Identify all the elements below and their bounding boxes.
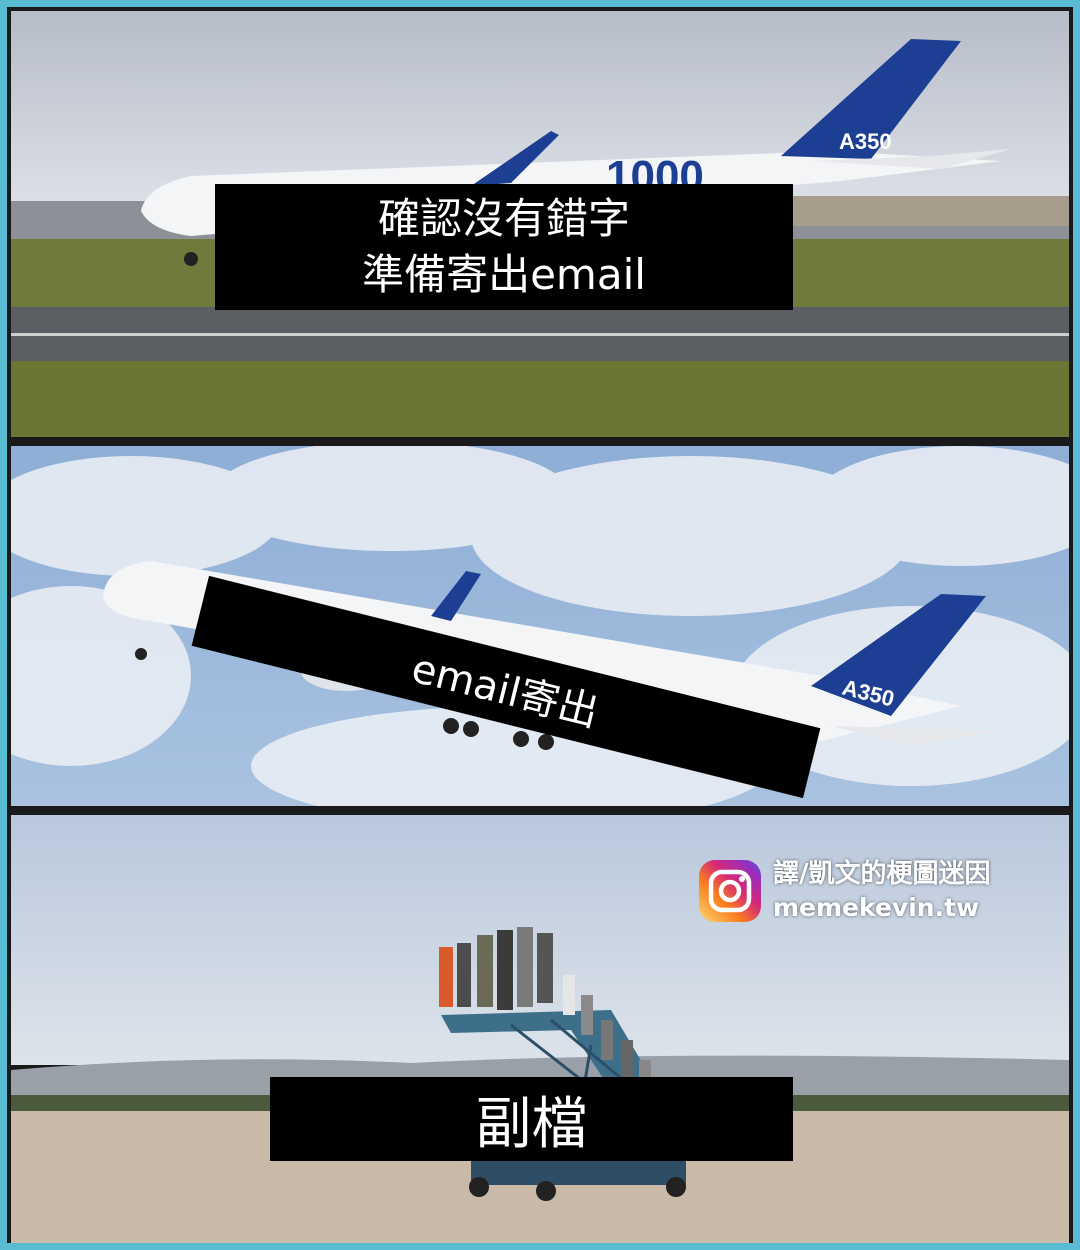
caption-1-line-2: 準備寄出email	[362, 250, 646, 299]
watermark-text: 譯/凱文的梗圖迷因 memekevin.tw	[773, 857, 991, 925]
panel-runway: A350 1000 確認沒有錯字 準備寄出email	[11, 11, 1069, 437]
meme-frame: A350 1000 確認沒有錯字 準備寄出email A350 email寄出 …	[0, 0, 1080, 1250]
hangars	[791, 196, 1069, 226]
grass-near	[11, 361, 1069, 437]
watermark-credit: 譯/凱文的梗圖迷因	[773, 859, 991, 889]
caption-1-line-1: 確認沒有錯字	[377, 194, 630, 243]
caption-3-line-1: 副檔	[475, 1091, 588, 1157]
caption-1: 確認沒有錯字 準備寄出email	[215, 184, 793, 310]
watermark: 譯/凱文的梗圖迷因 memekevin.tw	[697, 857, 991, 925]
watermark-handle: memekevin.tw	[773, 893, 980, 922]
caption-3: 副檔	[270, 1077, 793, 1161]
runway-stripe	[11, 333, 1069, 336]
panel-takeoff: A350 email寄出	[11, 446, 1069, 806]
takeoff-scene: A350	[11, 446, 1069, 806]
tail-text: A350	[839, 129, 892, 154]
instagram-icon	[699, 860, 761, 922]
